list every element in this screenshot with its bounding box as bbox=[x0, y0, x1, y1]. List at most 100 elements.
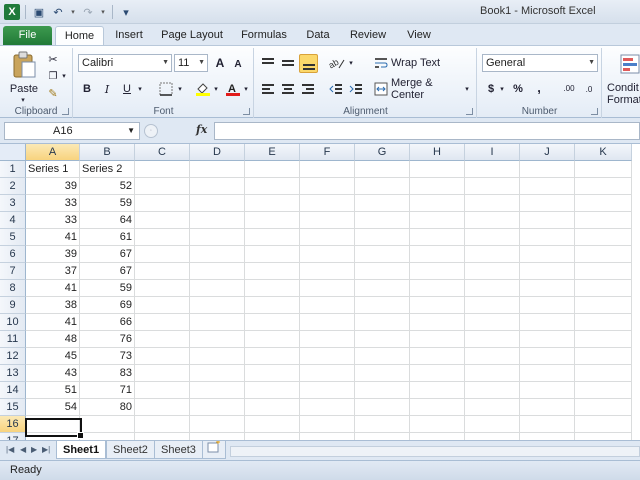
row-header-2[interactable]: 2 bbox=[0, 178, 26, 195]
paste-button[interactable]: Paste bbox=[4, 82, 44, 96]
redo-icon[interactable]: ↷ bbox=[80, 4, 96, 20]
decrease-indent-icon[interactable] bbox=[327, 80, 345, 98]
column-header-h[interactable]: H bbox=[410, 144, 465, 161]
cell-j17[interactable] bbox=[520, 433, 575, 440]
cell-g1[interactable] bbox=[355, 161, 410, 178]
cell-d16[interactable] bbox=[190, 416, 245, 433]
cell-d12[interactable] bbox=[190, 348, 245, 365]
formula-input[interactable] bbox=[214, 122, 640, 140]
orientation-dropdown-icon[interactable]: ▾ bbox=[347, 54, 355, 72]
cell-h2[interactable] bbox=[410, 178, 465, 195]
active-cell-cursor[interactable] bbox=[25, 418, 84, 439]
cell-k12[interactable] bbox=[575, 348, 632, 365]
next-sheet-icon[interactable]: ▶ bbox=[31, 445, 37, 454]
excel-logo-icon[interactable]: X bbox=[4, 4, 20, 20]
cell-h10[interactable] bbox=[410, 314, 465, 331]
row-header-3[interactable]: 3 bbox=[0, 195, 26, 212]
cell-f10[interactable] bbox=[300, 314, 355, 331]
cell-k3[interactable] bbox=[575, 195, 632, 212]
tab-home[interactable]: Home bbox=[55, 26, 104, 45]
font-color-dropdown-icon[interactable]: ▾ bbox=[242, 80, 250, 98]
cell-j5[interactable] bbox=[520, 229, 575, 246]
cell-h13[interactable] bbox=[410, 365, 465, 382]
align-top-icon[interactable] bbox=[259, 54, 277, 72]
cell-e11[interactable] bbox=[245, 331, 300, 348]
cell-f11[interactable] bbox=[300, 331, 355, 348]
cell-b14[interactable]: 71 bbox=[80, 382, 135, 399]
font-name-combo[interactable]: Calibri ▼ bbox=[78, 54, 172, 72]
cell-k6[interactable] bbox=[575, 246, 632, 263]
cell-f8[interactable] bbox=[300, 280, 355, 297]
cell-a14[interactable]: 51 bbox=[26, 382, 80, 399]
column-header-f[interactable]: F bbox=[300, 144, 355, 161]
comma-button[interactable]: , bbox=[532, 78, 546, 96]
cell-j16[interactable] bbox=[520, 416, 575, 433]
cell-d14[interactable] bbox=[190, 382, 245, 399]
tab-insert[interactable]: Insert bbox=[108, 26, 150, 45]
cell-a4[interactable]: 33 bbox=[26, 212, 80, 229]
cell-g8[interactable] bbox=[355, 280, 410, 297]
cell-e4[interactable] bbox=[245, 212, 300, 229]
cell-e16[interactable] bbox=[245, 416, 300, 433]
cell-h6[interactable] bbox=[410, 246, 465, 263]
cell-e1[interactable] bbox=[245, 161, 300, 178]
cell-a13[interactable]: 43 bbox=[26, 365, 80, 382]
cell-d11[interactable] bbox=[190, 331, 245, 348]
cell-h5[interactable] bbox=[410, 229, 465, 246]
sheet-tab-1[interactable]: Sheet1 bbox=[56, 441, 107, 459]
cell-i8[interactable] bbox=[465, 280, 520, 297]
row-header-4[interactable]: 4 bbox=[0, 212, 26, 229]
cell-e3[interactable] bbox=[245, 195, 300, 212]
cell-b16[interactable] bbox=[80, 416, 135, 433]
cell-f2[interactable] bbox=[300, 178, 355, 195]
cell-k2[interactable] bbox=[575, 178, 632, 195]
cell-h11[interactable] bbox=[410, 331, 465, 348]
cell-a7[interactable]: 37 bbox=[26, 263, 80, 280]
undo-dropdown-icon[interactable]: ▾ bbox=[69, 4, 77, 20]
tab-data[interactable]: Data bbox=[300, 26, 336, 45]
cell-g6[interactable] bbox=[355, 246, 410, 263]
increase-indent-icon[interactable] bbox=[347, 80, 365, 98]
cell-d4[interactable] bbox=[190, 212, 245, 229]
cell-c15[interactable] bbox=[135, 399, 190, 416]
cell-k15[interactable] bbox=[575, 399, 632, 416]
cell-k5[interactable] bbox=[575, 229, 632, 246]
align-left-icon[interactable] bbox=[259, 80, 277, 98]
cell-e13[interactable] bbox=[245, 365, 300, 382]
cell-h16[interactable] bbox=[410, 416, 465, 433]
cell-k11[interactable] bbox=[575, 331, 632, 348]
percent-button[interactable]: % bbox=[510, 80, 526, 98]
fill-color-icon[interactable] bbox=[194, 80, 212, 98]
cell-i12[interactable] bbox=[465, 348, 520, 365]
cell-b17[interactable] bbox=[80, 433, 135, 440]
cell-b5[interactable]: 61 bbox=[80, 229, 135, 246]
cell-b6[interactable]: 67 bbox=[80, 246, 135, 263]
row-header-12[interactable]: 12 bbox=[0, 348, 26, 365]
cell-d5[interactable] bbox=[190, 229, 245, 246]
insert-sheet-icon[interactable] bbox=[202, 440, 226, 459]
cell-g5[interactable] bbox=[355, 229, 410, 246]
cell-b8[interactable]: 59 bbox=[80, 280, 135, 297]
tab-review[interactable]: Review bbox=[344, 26, 392, 45]
tab-formulas[interactable]: Formulas bbox=[236, 26, 292, 45]
column-header-c[interactable]: C bbox=[135, 144, 190, 161]
clipboard-launcher-icon[interactable] bbox=[62, 108, 69, 115]
cell-i1[interactable] bbox=[465, 161, 520, 178]
cell-k9[interactable] bbox=[575, 297, 632, 314]
cell-d17[interactable] bbox=[190, 433, 245, 440]
cell-i6[interactable] bbox=[465, 246, 520, 263]
cell-g15[interactable] bbox=[355, 399, 410, 416]
row-header-15[interactable]: 15 bbox=[0, 399, 26, 416]
cell-i7[interactable] bbox=[465, 263, 520, 280]
cell-k1[interactable] bbox=[575, 161, 632, 178]
tab-page-layout[interactable]: Page Layout bbox=[158, 26, 226, 45]
alignment-launcher-icon[interactable] bbox=[466, 108, 473, 115]
cell-b3[interactable]: 59 bbox=[80, 195, 135, 212]
cell-f17[interactable] bbox=[300, 433, 355, 440]
cell-f16[interactable] bbox=[300, 416, 355, 433]
cell-g17[interactable] bbox=[355, 433, 410, 440]
merge-center-button[interactable]: Merge & Center bbox=[391, 77, 465, 101]
worksheet-grid[interactable]: A B C D E F G H I J K 1 Series 1 Series 2 2 39 52 3 33 59 4 3… bbox=[0, 144, 640, 440]
align-bottom-icon[interactable] bbox=[299, 54, 318, 73]
tab-file[interactable]: File bbox=[3, 26, 52, 45]
